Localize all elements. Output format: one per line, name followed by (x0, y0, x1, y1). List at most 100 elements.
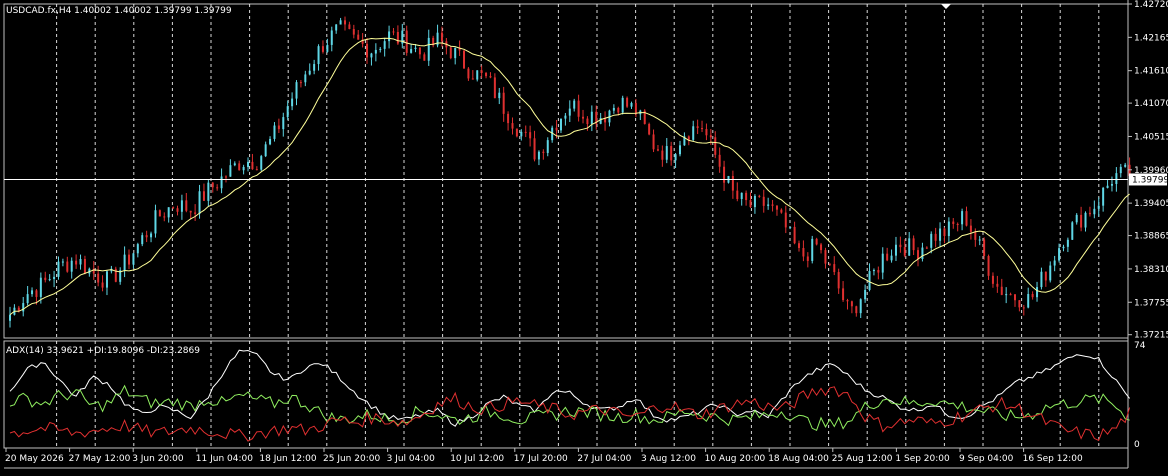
candle-body (573, 100, 576, 109)
candle-body (947, 221, 950, 237)
candle-body (176, 208, 179, 212)
time-tick-label: 18 Aug 04:00 (768, 454, 829, 464)
candle-body (220, 176, 223, 189)
time-tick-label: 25 Jun 20:00 (323, 454, 380, 464)
candle-body (467, 68, 470, 79)
time-tick-label: 10 Aug 20:00 (705, 454, 766, 464)
price-tick-label: 1.41070 (1134, 99, 1168, 109)
candle-body (374, 49, 377, 54)
candle-body (952, 221, 955, 225)
candle-body (507, 113, 510, 124)
candle-body (132, 253, 135, 265)
candle-body (286, 106, 289, 118)
candle-body (828, 263, 831, 265)
candle-body (418, 47, 421, 55)
candle-body (489, 76, 492, 78)
candle-body (1124, 164, 1127, 167)
candle-body (1088, 212, 1091, 215)
candle-body (511, 123, 514, 129)
candle-body (1018, 300, 1021, 308)
candle-body (97, 273, 100, 283)
candle-body (57, 261, 60, 277)
candle-body (383, 41, 386, 49)
candle-body (211, 182, 214, 188)
candle-body (326, 44, 329, 52)
candle-body (850, 301, 853, 307)
candle-body (753, 195, 756, 208)
candle-body (1093, 208, 1096, 215)
candle-body (762, 196, 765, 206)
candle-body (207, 182, 210, 201)
candle-body (44, 277, 47, 281)
candle-body (216, 187, 219, 189)
candle-body (295, 82, 298, 99)
candle-body (546, 140, 549, 153)
candle-body (233, 163, 236, 166)
candle-body (969, 225, 972, 232)
candle-body (802, 247, 805, 257)
candle-body (224, 176, 227, 178)
time-tick-label: 16 Sep 12:00 (1023, 454, 1083, 464)
candle-body (410, 48, 413, 53)
candle-body (705, 129, 708, 136)
candle-body (723, 166, 726, 183)
candle-body (317, 46, 320, 65)
candle-body (714, 137, 717, 155)
candle-body (934, 233, 937, 241)
candle-body (784, 212, 787, 228)
time-tick-label: 20 May 2026 (5, 454, 64, 464)
candle-body (670, 146, 673, 161)
candle-body (630, 103, 633, 107)
candle-body (1027, 294, 1030, 308)
candle-body (480, 70, 483, 73)
candle-body (749, 200, 752, 208)
candle-body (582, 116, 585, 119)
candle-body (22, 303, 25, 312)
candle-body (661, 150, 664, 160)
candle-body (343, 20, 346, 25)
candle-body (264, 144, 267, 157)
candle-body (515, 128, 518, 137)
candle-body (330, 30, 333, 45)
candle-body (855, 306, 858, 314)
time-tick-label: 27 May 12:00 (69, 454, 131, 464)
candle-body (886, 253, 889, 261)
candle-body (894, 244, 897, 256)
candle-body (864, 289, 867, 300)
candle-body (370, 53, 373, 58)
candle-body (1036, 287, 1039, 298)
candle-body (943, 228, 946, 237)
candle-body (299, 82, 302, 84)
candle-body (167, 207, 170, 218)
candle-body (158, 210, 161, 217)
candle-body (238, 163, 241, 171)
candle-body (1005, 294, 1008, 296)
candle-body (758, 195, 761, 197)
candle-body (273, 125, 276, 139)
candle-body (26, 294, 29, 304)
time-tick-label: 1 Sep 20:00 (895, 454, 950, 464)
candle-body (185, 200, 188, 211)
candle-body (590, 111, 593, 125)
candle-body (586, 118, 589, 125)
candle-body (872, 270, 875, 272)
candle-body (687, 136, 690, 140)
candle-body (674, 154, 677, 161)
candle-body (269, 138, 272, 145)
candle-body (1022, 307, 1025, 309)
candle-body (1102, 187, 1105, 206)
candle-body (956, 224, 959, 226)
candle-body (145, 235, 148, 238)
candle-body (405, 30, 408, 53)
time-tick-label: 3 Aug 12:00 (641, 454, 696, 464)
time-tick-label: 3 Jun 20:00 (132, 454, 184, 464)
candle-body (449, 47, 452, 59)
candle-body (533, 138, 536, 160)
candle-body (925, 247, 928, 249)
candle-body (881, 253, 884, 273)
candle-body (291, 98, 294, 107)
candle-body (771, 204, 774, 206)
candle-body (128, 254, 131, 265)
candle-body (414, 47, 417, 49)
time-tick-label: 11 Jun 04:00 (196, 454, 253, 464)
